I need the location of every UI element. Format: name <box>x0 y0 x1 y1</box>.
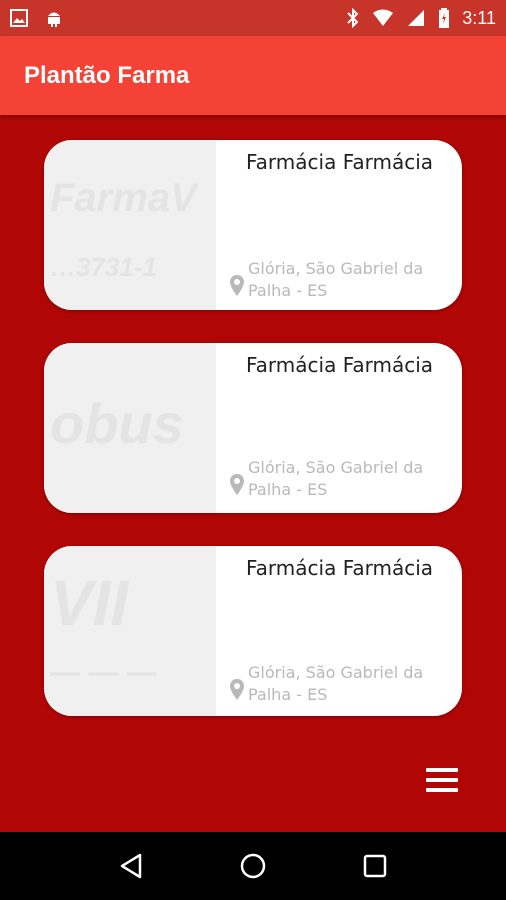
pharmacy-location: Glória, São Gabriel da Palha - ES <box>228 258 448 302</box>
home-icon[interactable] <box>233 846 273 886</box>
pharmacy-logo-image: obus <box>44 343 216 513</box>
image-icon <box>10 9 28 27</box>
navigation-bar <box>0 832 506 900</box>
status-time: 3:11 <box>462 7 496 28</box>
pharmacy-logo-image: FarmaV …3731-1 <box>44 140 216 310</box>
app-bar: Plantão Farma <box>0 36 506 115</box>
pharmacy-address: Glória, São Gabriel da Palha - ES <box>248 259 424 300</box>
location-pin-icon <box>228 473 246 497</box>
pharmacy-name: Farmácia Farmácia <box>246 353 434 377</box>
app-title: Plantão Farma <box>24 61 190 89</box>
status-bar: 3:11 <box>0 0 506 36</box>
signal-icon <box>406 9 426 27</box>
back-icon[interactable] <box>111 846 151 886</box>
location-pin-icon <box>228 678 246 702</box>
android-icon <box>44 8 64 28</box>
wifi-icon <box>372 9 394 27</box>
pharmacy-location: Glória, São Gabriel da Palha - ES <box>228 457 448 501</box>
pharmacy-name: Farmácia Farmácia <box>246 556 434 580</box>
battery-icon <box>438 8 450 28</box>
pharmacy-address: Glória, São Gabriel da Palha - ES <box>248 458 424 499</box>
pharmacy-address: Glória, São Gabriel da Palha - ES <box>248 663 424 704</box>
pharmacy-location: Glória, São Gabriel da Palha - ES <box>228 662 448 706</box>
hamburger-menu-icon[interactable] <box>424 766 460 794</box>
pharmacy-logo-image: VII — — — <box>44 546 216 716</box>
location-pin-icon <box>228 274 246 298</box>
recents-icon[interactable] <box>355 846 395 886</box>
pharmacy-name: Farmácia Farmácia <box>246 150 434 174</box>
pharmacy-card[interactable]: obus Farmácia Farmácia Glória, São Gabri… <box>44 343 462 513</box>
bluetooth-icon <box>346 8 360 28</box>
pharmacy-card[interactable]: VII — — — Farmácia Farmácia Glória, São … <box>44 546 462 716</box>
pharmacy-card[interactable]: FarmaV …3731-1 Farmácia Farmácia Glória,… <box>44 140 462 310</box>
